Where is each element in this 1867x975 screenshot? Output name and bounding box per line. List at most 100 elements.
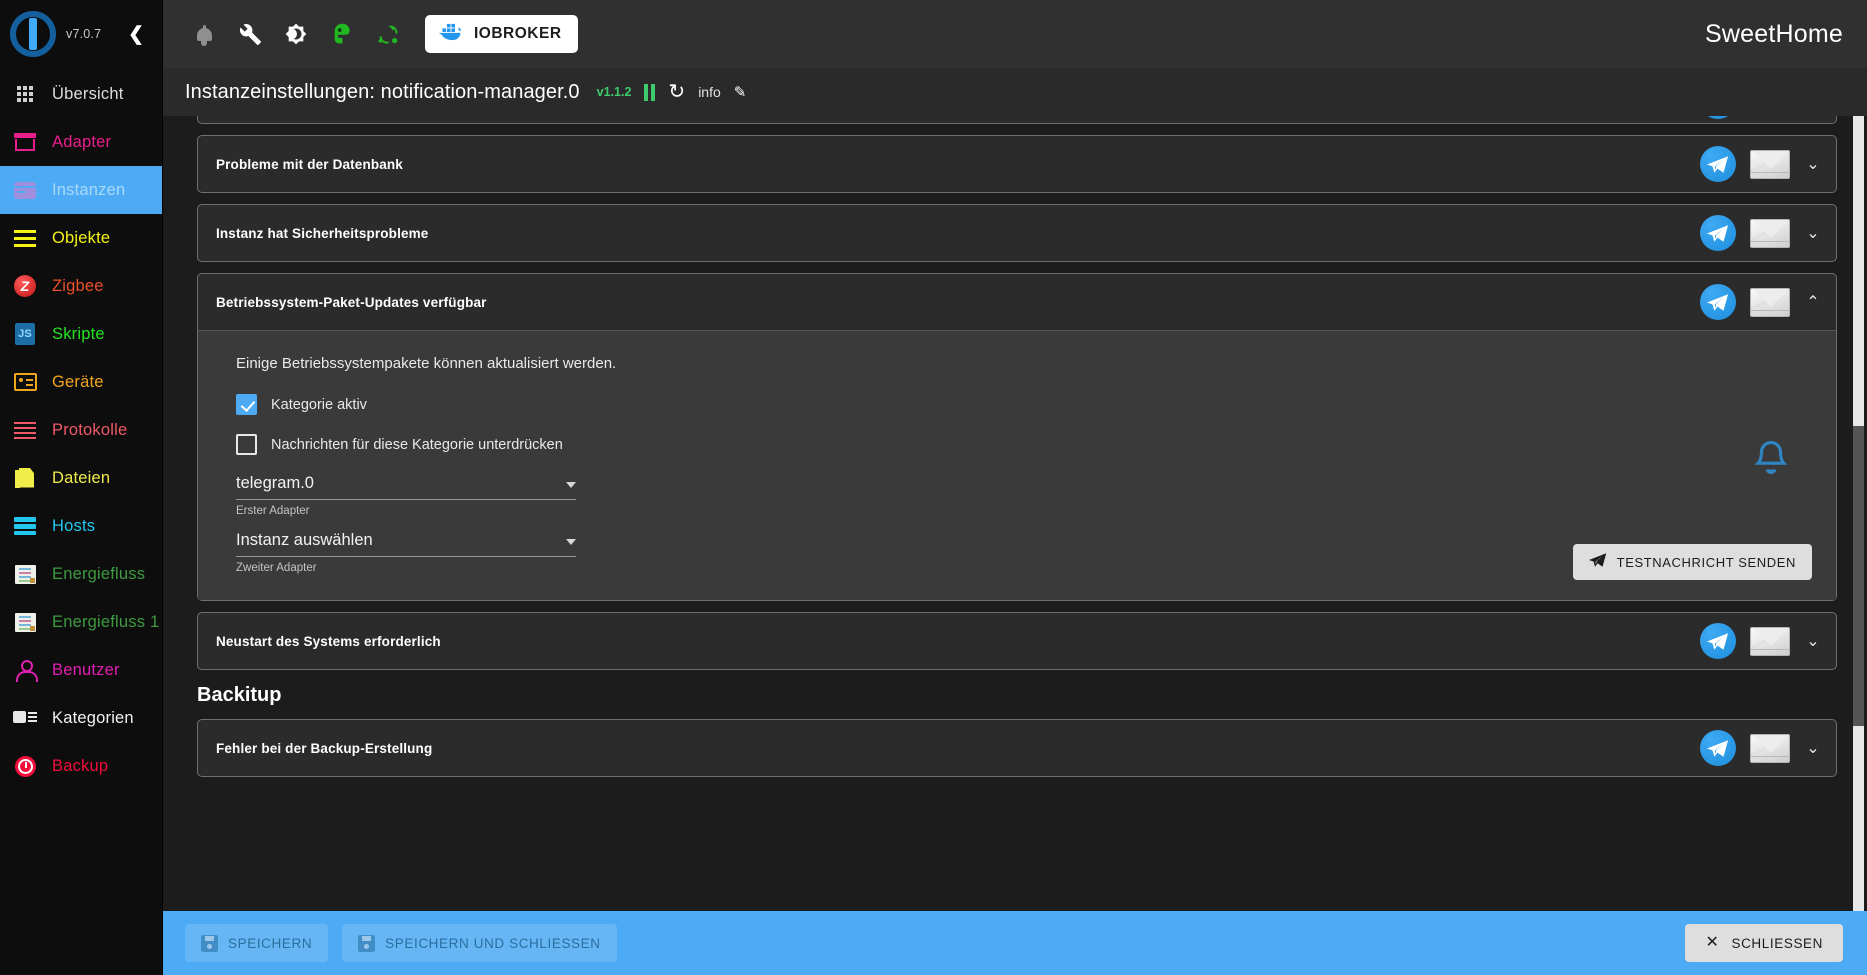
save-button-label: SPEICHERN	[228, 935, 313, 951]
card-actions: ⌃	[1700, 284, 1822, 320]
sidebar-item-label: Hosts	[52, 516, 96, 535]
first-adapter-select[interactable]: telegram.0	[236, 474, 576, 500]
sidebar-item-energiefluss[interactable]: Energiefluss	[0, 550, 162, 598]
second-adapter-value: Instanz auswählen	[236, 531, 373, 549]
email-icon[interactable]	[1750, 733, 1790, 763]
email-icon[interactable]	[1750, 149, 1790, 179]
sidebar-item-geraete[interactable]: Geräte	[0, 358, 162, 406]
host-button-iobroker[interactable]: IOBROKER	[425, 15, 578, 53]
sidebar-item-label: Übersicht	[52, 84, 124, 103]
card-header[interactable]: Neustart des Systems erforderlich ⌄	[198, 613, 1836, 669]
email-icon[interactable]	[1750, 287, 1790, 317]
email-icon[interactable]	[1750, 626, 1790, 656]
scrollbar-thumb[interactable]	[1853, 426, 1864, 726]
save-and-close-button[interactable]: SPEICHERN UND SCHLIESSEN	[342, 924, 617, 962]
sidebar-item-hosts[interactable]: Hosts	[0, 502, 162, 550]
sidebar-item-label: Instanzen	[52, 180, 126, 199]
sidebar-item-uebersicht[interactable]: Übersicht	[0, 70, 162, 118]
save-icon	[201, 934, 218, 952]
sidebar-item-adapter[interactable]: Adapter	[0, 118, 162, 166]
card-header[interactable]: Probleme mit der Datenbank ⌄	[198, 136, 1836, 192]
bell-icon[interactable]	[181, 11, 227, 57]
email-icon[interactable]	[1750, 218, 1790, 248]
chevron-down-icon	[566, 482, 576, 488]
sidebar-item-skripte[interactable]: JS Skripte	[0, 310, 162, 358]
sidebar-item-label: Energiefluss 1	[52, 612, 160, 631]
notification-card[interactable]: Instanz hat Sicherheitsprobleme ⌄	[197, 204, 1837, 262]
suppress-messages-label: Nachrichten für diese Kategorie unterdrü…	[271, 436, 563, 453]
notification-card-expanded[interactable]: Betriebssystem-Paket-Updates verfügbar ⌃…	[197, 273, 1837, 601]
refresh-icon[interactable]: ↻	[668, 82, 685, 102]
chevron-down-icon[interactable]: ⌄	[1804, 738, 1822, 758]
card-description: Einige Betriebssystempakete können aktua…	[236, 355, 617, 372]
chevron-up-icon[interactable]: ⌃	[1804, 292, 1822, 312]
devices-icon	[12, 371, 38, 393]
first-adapter-value: telegram.0	[236, 474, 314, 492]
sidebar-menu: Übersicht Adapter Instanzen Objekte Z Zi…	[0, 70, 162, 790]
sidebar-header: v7.0.7 ❮	[0, 0, 162, 68]
notification-card[interactable]: Probleme mit der Datenbank ⌄	[197, 135, 1837, 193]
host-button-label: IOBROKER	[474, 25, 562, 42]
wrench-icon[interactable]	[227, 11, 273, 57]
hosts-icon	[12, 515, 38, 537]
checkbox-row-suppress[interactable]: Nachrichten für diese Kategorie unterdrü…	[236, 434, 1812, 455]
footer-actions: SPEICHERN SPEICHERN UND SCHLIESSEN ✕ SCH…	[163, 911, 1867, 975]
close-button[interactable]: ✕ SCHLIESSEN	[1685, 924, 1843, 962]
chevron-down-icon[interactable]: ⌄	[1804, 154, 1822, 174]
card-partial-top[interactable]: ⌄	[197, 116, 1837, 124]
sidebar-item-backup[interactable]: Backup	[0, 742, 162, 790]
checkbox-row-active[interactable]: Kategorie aktiv	[236, 394, 1812, 415]
telegram-icon[interactable]	[1700, 730, 1736, 766]
sidebar: v7.0.7 ❮ Übersicht Adapter Instanzen Obj…	[0, 0, 163, 975]
category-active-checkbox[interactable]	[236, 394, 257, 415]
sidebar-item-objekte[interactable]: Objekte	[0, 214, 162, 262]
sidebar-item-kategorien[interactable]: Kategorien	[0, 694, 162, 742]
sidebar-item-dateien[interactable]: Dateien	[0, 454, 162, 502]
first-adapter-field: telegram.0 Erster Adapter	[236, 474, 576, 517]
iobroker-logo	[10, 11, 56, 57]
notification-card[interactable]: Fehler bei der Backup-Erstellung ⌄	[197, 719, 1837, 777]
card-header[interactable]: Fehler bei der Backup-Erstellung ⌄	[198, 720, 1836, 776]
card-header[interactable]: Instanz hat Sicherheitsprobleme ⌄	[198, 205, 1836, 261]
sidebar-item-label: Skripte	[52, 324, 105, 343]
sidebar-item-zigbee[interactable]: Z Zigbee	[0, 262, 162, 310]
save-button[interactable]: SPEICHERN	[185, 924, 329, 962]
sidebar-item-benutzer[interactable]: Benutzer	[0, 646, 162, 694]
telegram-icon[interactable]	[1700, 284, 1736, 320]
pencil-icon[interactable]: ✎	[734, 83, 747, 101]
second-adapter-select[interactable]: Instanz auswählen	[236, 531, 576, 557]
second-adapter-field: Instanz auswählen Zweiter Adapter	[236, 531, 576, 574]
vertical-scrollbar[interactable]	[1853, 116, 1864, 911]
sidebar-item-label: Kategorien	[52, 708, 134, 727]
sidebar-item-energiefluss-1[interactable]: Energiefluss 1	[0, 598, 162, 646]
card-actions: ⌄	[1700, 146, 1822, 182]
pause-icon[interactable]	[644, 83, 656, 101]
sidebar-item-label: Geräte	[52, 372, 104, 391]
send-test-message-button[interactable]: TESTNACHRICHT SENDEN	[1572, 544, 1812, 580]
telegram-icon[interactable]	[1700, 146, 1736, 182]
telegram-icon[interactable]	[1700, 215, 1736, 251]
sidebar-item-protokolle[interactable]: Protokolle	[0, 406, 162, 454]
first-adapter-helper: Erster Adapter	[236, 505, 310, 517]
docker-icon	[437, 21, 464, 48]
brightness-icon[interactable]	[273, 11, 319, 57]
chevron-left-icon[interactable]: ❮	[128, 25, 144, 44]
cards-scroll-area: ⌄ Probleme mit der Datenbank ⌄	[163, 116, 1853, 911]
bot-head-icon[interactable]	[319, 11, 365, 57]
notification-card[interactable]: Neustart des Systems erforderlich ⌄	[197, 612, 1837, 670]
sidebar-item-label: Dateien	[52, 468, 111, 487]
app-root: v7.0.7 ❮ Übersicht Adapter Instanzen Obj…	[0, 0, 1867, 975]
info-label[interactable]: info	[698, 84, 721, 100]
card-header[interactable]: Betriebssystem-Paket-Updates verfügbar ⌃	[198, 274, 1836, 330]
main-area: IOBROKER SweetHome Instanzeinstellungen:…	[163, 0, 1867, 975]
chevron-down-icon[interactable]: ⌄	[1804, 631, 1822, 651]
category-active-label: Kategorie aktiv	[271, 396, 367, 413]
telegram-icon[interactable]	[1700, 116, 1736, 119]
close-icon: ✕	[1705, 934, 1720, 951]
card-title: Fehler bei der Backup-Erstellung	[216, 740, 433, 756]
chevron-down-icon[interactable]: ⌄	[1804, 223, 1822, 243]
telegram-icon[interactable]	[1700, 623, 1736, 659]
sidebar-item-instanzen[interactable]: Instanzen	[0, 166, 162, 214]
sync-icon[interactable]	[365, 11, 411, 57]
suppress-messages-checkbox[interactable]	[236, 434, 257, 455]
